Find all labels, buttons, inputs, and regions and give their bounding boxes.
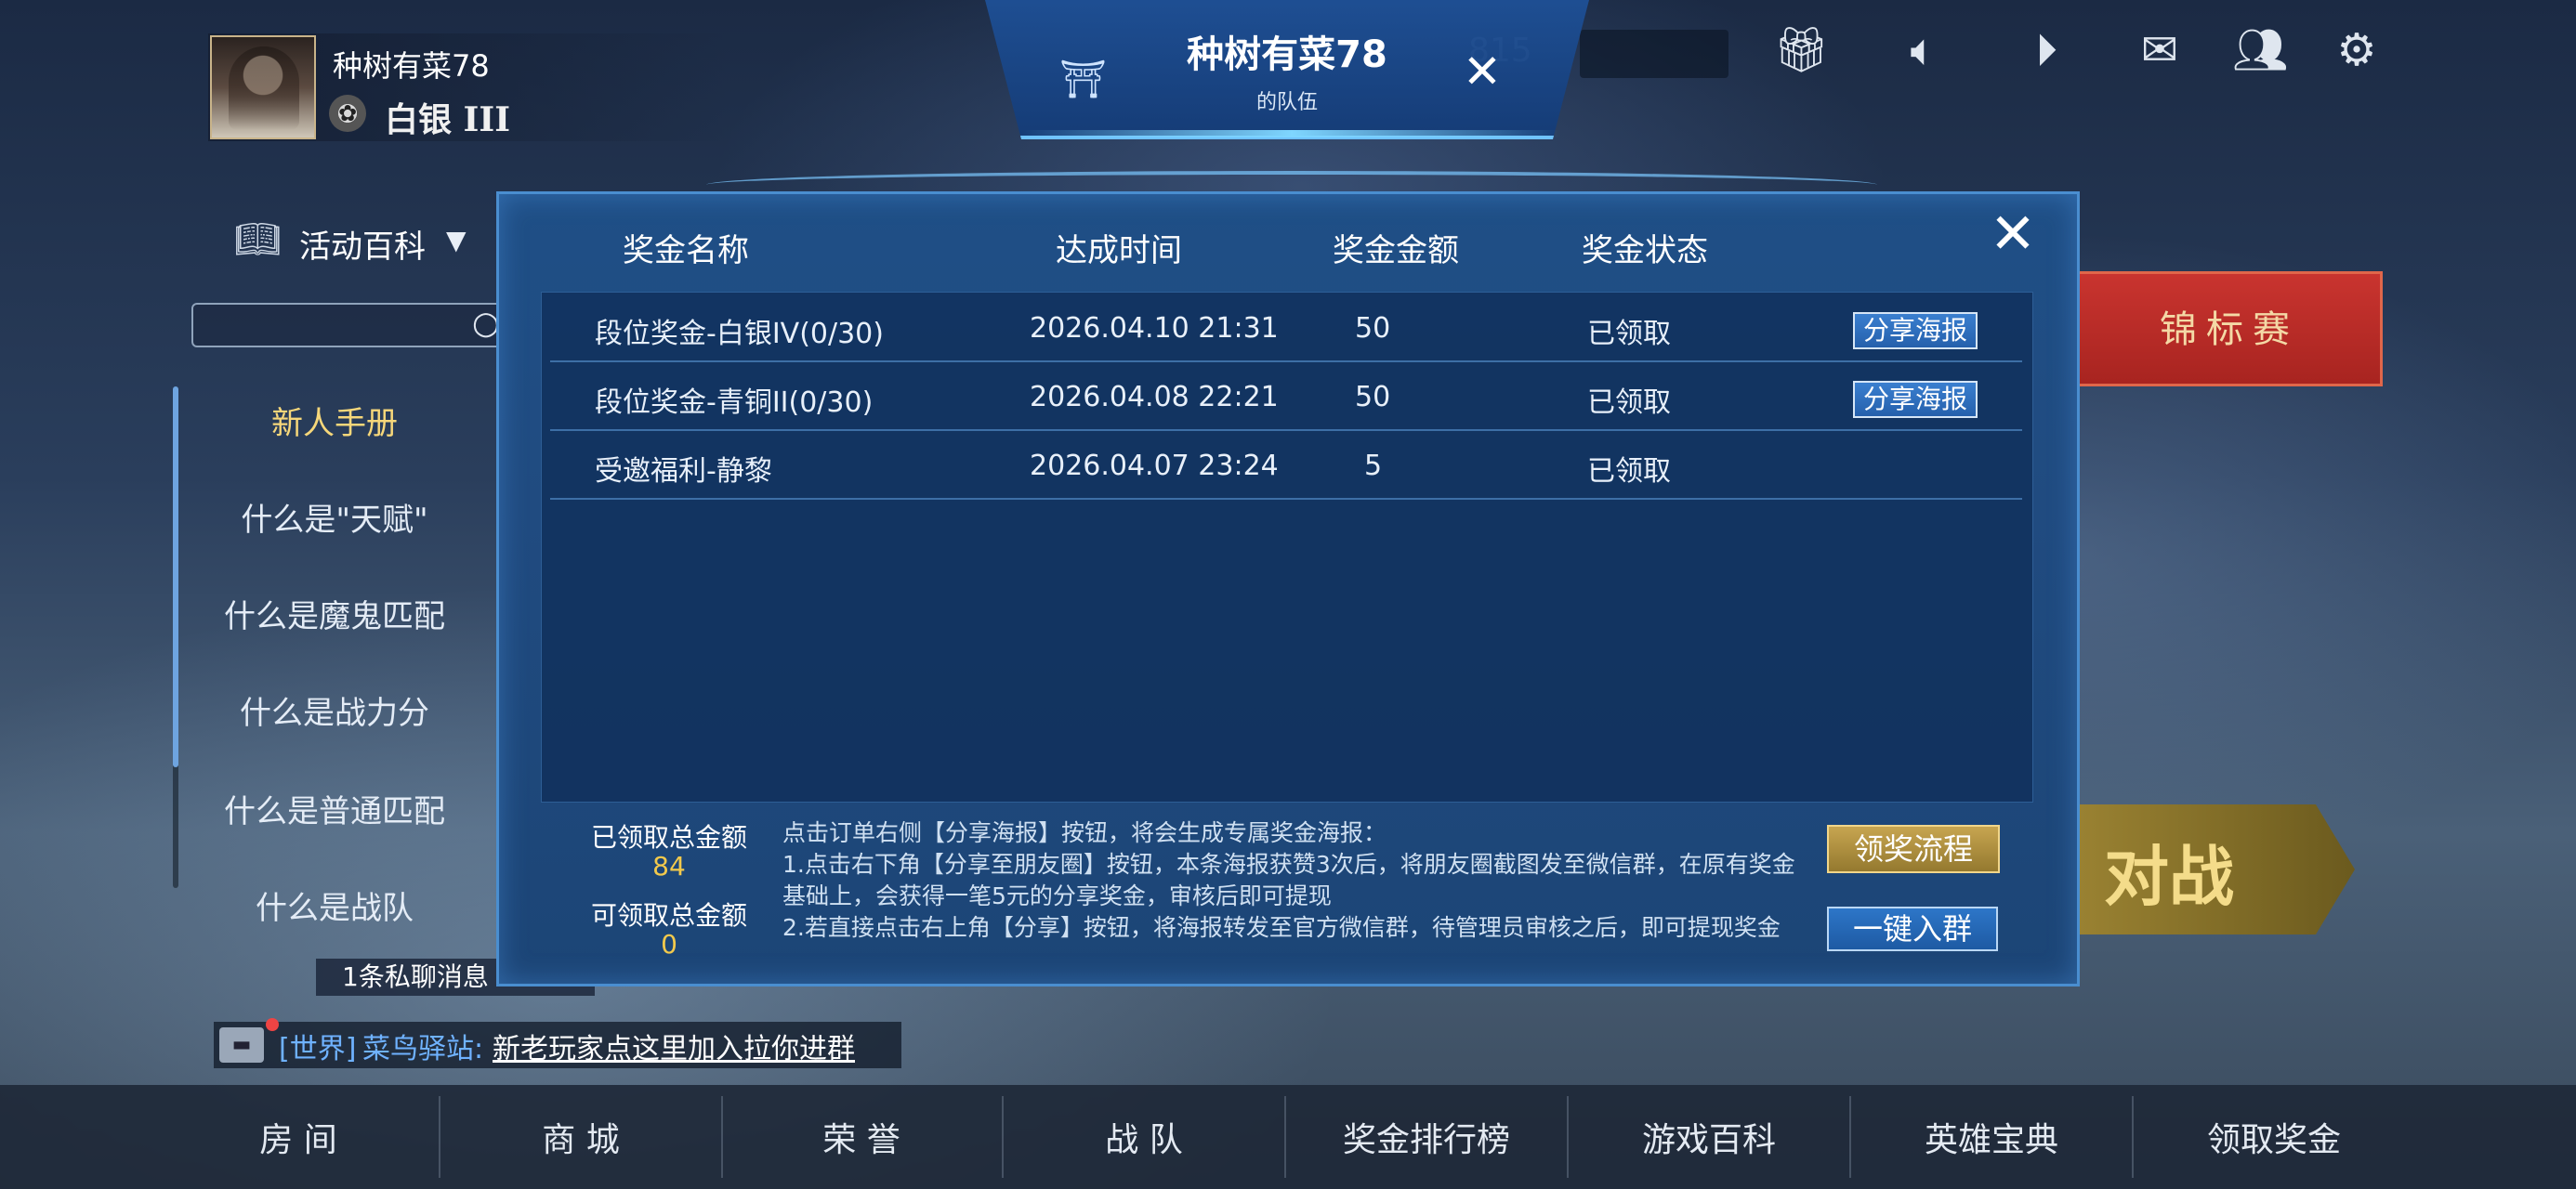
row-amount: 50 — [1355, 312, 1391, 345]
nav-honor[interactable]: 荣 誉 — [721, 1113, 1002, 1161]
chat-message-link[interactable]: 新老玩家点这里加入拉你进群 — [493, 1026, 855, 1066]
left-scrollbar-thumb[interactable] — [173, 386, 178, 767]
chat-bubble-icon[interactable]: ▬ — [219, 1027, 264, 1063]
gift-icon[interactable]: 🎁︎ — [1773, 22, 1830, 78]
row-status: 已领取 — [1587, 386, 1671, 419]
encyclopedia-dropdown[interactable]: 活动百科 — [299, 221, 426, 267]
claimed-total-value: 84 — [652, 851, 686, 882]
username: 种树有菜78 — [333, 48, 490, 84]
share-poster-button[interactable]: 分享海报 — [1853, 381, 1978, 418]
notice-line-1: 1.点击右下角【分享至朋友圈】按钮，本条海报获赞3次后，将朋友圈截图发至微信群，… — [782, 851, 1795, 909]
book-icon: 📖︎ — [234, 218, 282, 261]
tournament-label: 锦标赛 — [2160, 308, 2299, 351]
nav-bonus-ranking[interactable]: 奖金排行榜 — [1286, 1113, 1567, 1161]
friends-icon[interactable]: 👥︎ — [2232, 22, 2289, 78]
menu-item-normal-match[interactable]: 什么是普通匹配 — [195, 786, 474, 831]
menu-item-power-score[interactable]: 什么是战力分 — [195, 687, 474, 733]
speaker-icon[interactable]: 🔈︎ — [1896, 22, 1952, 78]
row-amount: 50 — [1355, 381, 1391, 413]
menu-item-team[interactable]: 什么是战队 — [195, 882, 474, 928]
available-total-value: 0 — [661, 929, 677, 960]
row-name: 段位奖金-白银IV(0/30) — [595, 318, 884, 350]
available-total-label: 可领取总金额 — [590, 900, 747, 931]
col-header-status: 奖金状态 — [1582, 232, 1708, 269]
notice-line-2: 2.若直接点击右上角【分享】按钮，将海报转发至官方微信群，待管理员审核之后，即可… — [782, 914, 1781, 941]
menu-item-talent[interactable]: 什么是"天赋" — [195, 494, 474, 540]
nav-claim-bonus[interactable]: 领取奖金 — [2134, 1113, 2414, 1161]
share-notice: 点击订单右侧【分享海报】按钮，将会生成专属奖金海报： 1.点击右下角【分享至朋友… — [782, 817, 1805, 944]
play-icon[interactable]: ⏵ — [2018, 22, 2074, 78]
col-header-time: 达成时间 — [1056, 232, 1182, 269]
coin-box — [1580, 30, 1728, 78]
nav-hero-guide[interactable]: 英雄宝典 — [1851, 1113, 2132, 1161]
row-name: 段位奖金-青铜II(0/30) — [595, 386, 874, 419]
team-close-icon[interactable]: ✕ — [1463, 45, 1502, 98]
team-banner-glow — [1022, 130, 1561, 137]
row-time: 2026.04.07 23:24 — [1030, 450, 1279, 482]
share-poster-button[interactable]: 分享海报 — [1853, 312, 1978, 349]
chat-sender: 菜鸟驿站: — [362, 1033, 484, 1065]
rank-badge-icon: ✿ — [329, 95, 366, 132]
notice-line-0: 点击订单右侧【分享海报】按钮，将会生成专属奖金海报： — [782, 819, 1387, 846]
nav-room[interactable]: 房 间 — [158, 1113, 439, 1161]
avatar[interactable] — [210, 35, 316, 139]
claim-flow-button[interactable]: 领奖流程 — [1827, 825, 2000, 873]
rank-text: 白银 III — [385, 100, 511, 139]
row-status: 已领取 — [1587, 455, 1671, 488]
battle-label: 对战 — [2104, 839, 2234, 915]
nav-game-encyclopedia[interactable]: 游戏百科 — [1569, 1113, 1849, 1161]
row-status: 已领取 — [1587, 318, 1671, 350]
modal-close-icon[interactable]: ✕ — [1989, 206, 2037, 262]
search-input[interactable] — [191, 303, 507, 347]
chevron-down-icon[interactable]: ▼ — [446, 225, 467, 255]
row-time: 2026.04.10 21:31 — [1030, 312, 1279, 345]
menu-item-devil-match[interactable]: 什么是魔鬼匹配 — [195, 591, 474, 636]
row-amount: 5 — [1364, 450, 1383, 482]
mail-icon[interactable]: ✉ — [2132, 22, 2188, 78]
chat-channel: [世界] — [279, 1033, 357, 1065]
gear-icon[interactable]: ⚙ — [2329, 22, 2385, 78]
claimed-total-label: 已领取总金额 — [590, 822, 747, 853]
row-time: 2026.04.08 22:21 — [1030, 381, 1279, 413]
nav-shop[interactable]: 商 城 — [440, 1113, 721, 1161]
nav-team[interactable]: 战 队 — [1004, 1113, 1284, 1161]
join-group-button[interactable]: 一键入群 — [1827, 907, 1998, 951]
col-header-name: 奖金名称 — [623, 232, 749, 269]
row-name: 受邀福利-静黎 — [595, 455, 772, 488]
menu-item-newbie-manual[interactable]: 新人手册 — [195, 398, 474, 443]
col-header-amount: 奖金金额 — [1333, 232, 1459, 269]
notification-dot — [266, 1018, 279, 1031]
